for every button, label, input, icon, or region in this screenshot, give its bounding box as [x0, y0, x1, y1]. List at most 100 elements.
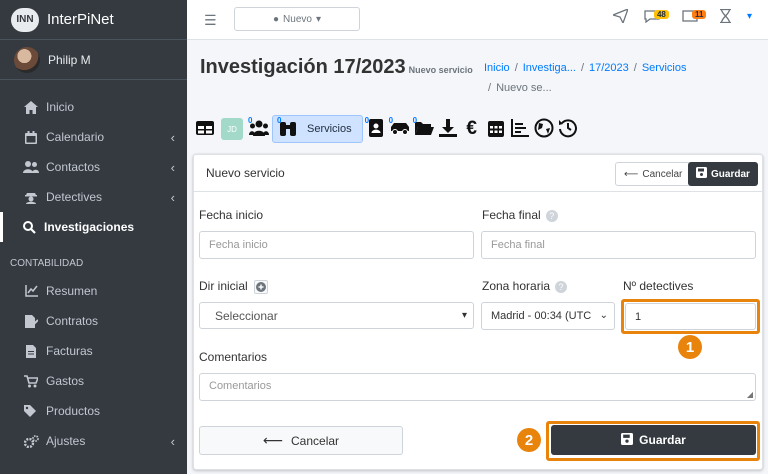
sidebar-item-gastos[interactable]: Gastos — [0, 366, 187, 396]
page-title-text: Investigación 17/2023 — [200, 56, 406, 78]
breadcrumb-investigaciones[interactable]: Investiga... — [523, 62, 576, 74]
chevron-left-icon: ‹ — [170, 189, 175, 205]
breadcrumb-sep: / — [580, 62, 585, 74]
history-tab[interactable] — [557, 118, 579, 140]
send-icon[interactable] — [612, 9, 628, 23]
save-button-top[interactable]: Guardar — [688, 162, 758, 186]
journal-tab[interactable]: 0 — [364, 116, 387, 140]
fecha-inicio-field[interactable]: Fecha inicio — [199, 231, 474, 259]
add-address-button[interactable] — [253, 279, 268, 294]
num-detectives-input[interactable]: 1 — [625, 303, 756, 330]
client-initials-avatar[interactable]: JD — [221, 118, 243, 140]
hourglass-icon[interactable] — [719, 9, 731, 23]
cogs-icon — [22, 434, 40, 448]
zona-horaria-select[interactable]: Madrid - 00:34 (UTC ⌄ — [481, 302, 615, 330]
brand-logo: INN — [11, 7, 39, 32]
messages-icon[interactable]: 48 — [644, 9, 669, 23]
sidebar-item-investigaciones[interactable]: Investigaciones — [0, 212, 187, 242]
home-icon — [22, 100, 40, 114]
card-title: Nuevo servicio — [206, 166, 285, 180]
grid-tab[interactable] — [194, 118, 216, 140]
arrow-left-icon: ⟵ — [624, 168, 639, 180]
folders-tab[interactable]: 0 — [413, 116, 435, 140]
step-marker-1: 1 — [678, 335, 702, 359]
sidebar-item-label: Detectives — [46, 190, 103, 204]
plus-circle-icon: ● — [273, 13, 280, 25]
user-panel[interactable]: Philip M — [0, 40, 187, 80]
users-icon — [22, 161, 40, 173]
cancel-button[interactable]: ⟵ Cancelar — [199, 426, 403, 455]
card-header: Nuevo servicio ⟵ Cancelar Guardar — [194, 155, 762, 192]
cancel-label: Cancelar — [642, 168, 683, 180]
nuevo-dropdown-button[interactable]: ● Nuevo ▾ — [234, 7, 360, 31]
fecha-final-field[interactable]: Fecha final — [481, 231, 756, 259]
page-title: Investigación 17/2023 Nuevo servicio — [200, 56, 473, 79]
sidebar-item-label: Gastos — [46, 374, 85, 388]
table-icon — [195, 118, 215, 141]
brand[interactable]: INN InterPiNet — [0, 0, 187, 40]
help-icon[interactable]: ? — [545, 209, 558, 222]
sidebar-item-calendario[interactable]: Calendario ‹ — [0, 122, 187, 152]
vehicles-tab[interactable]: 0 — [388, 116, 411, 140]
sidebar-item-productos[interactable]: Productos — [0, 396, 187, 426]
count-badge: 0 — [388, 116, 394, 125]
calendar-tab[interactable] — [485, 118, 507, 140]
sidebar-item-label: Investigaciones — [44, 220, 135, 234]
count-badge: 0 — [364, 116, 370, 125]
sidebar-item-inicio[interactable]: Inicio — [0, 92, 187, 122]
dir-inicial-label: Dir inicial — [199, 279, 268, 294]
breadcrumb-sep: / — [514, 62, 518, 74]
caret-down-icon: ▾ — [461, 310, 467, 321]
tab-servicios[interactable]: 0 Servicios — [272, 115, 363, 143]
sidebar-item-contratos[interactable]: Contratos — [0, 306, 187, 336]
cancel-button-top[interactable]: ⟵ Cancelar — [615, 162, 692, 186]
breadcrumb-investigacion[interactable]: 17/2023 — [589, 62, 629, 74]
nuevo-label: Nuevo — [283, 13, 312, 25]
topbar-icons: 48 11 ▾ — [612, 9, 752, 23]
downloads-tab[interactable] — [437, 118, 459, 140]
count-badge: 0 — [248, 116, 253, 125]
chevron-down-icon: ⌄ — [597, 310, 608, 321]
map-tab[interactable] — [533, 118, 555, 140]
caret-down-icon[interactable]: ▾ — [747, 11, 752, 22]
comentarios-textarea[interactable]: Comentarios ◢ — [199, 373, 756, 401]
sidebar-item-resumen[interactable]: Resumen — [0, 276, 187, 306]
calendar-icon — [22, 130, 40, 144]
save-icon — [621, 432, 634, 448]
sidebar-item-label: Contratos — [46, 314, 99, 328]
breadcrumb-inicio[interactable]: Inicio — [484, 62, 510, 74]
dir-inicial-value: Seleccionar — [215, 308, 278, 323]
menu-toggle-icon[interactable]: ☰ — [204, 12, 217, 29]
save-label: Guardar — [639, 433, 686, 447]
binoculars-tab-icon: 0 — [277, 116, 299, 140]
alerts-icon[interactable]: 11 — [682, 9, 707, 23]
fecha-inicio-label: Fecha inicio — [199, 208, 264, 222]
timeline-tab[interactable] — [509, 118, 531, 140]
page-subtitle: Nuevo servicio — [408, 65, 473, 75]
zona-horaria-label-text: Zona horaria — [482, 279, 551, 293]
sidebar-item-label: Facturas — [46, 344, 93, 358]
caret-down-icon: ▾ — [315, 13, 321, 25]
breadcrumb-current: Nuevo se... — [496, 82, 552, 94]
sidebar-item-detectives[interactable]: Detectives ‹ — [0, 182, 187, 212]
sidebar-item-facturas[interactable]: Facturas — [0, 336, 187, 366]
sidebar-item-label: Ajustes — [46, 434, 86, 448]
resize-handle-icon[interactable]: ◢ — [747, 390, 753, 399]
arrow-left-icon: ⟵ — [262, 432, 284, 448]
tags-icon — [22, 405, 40, 417]
dir-inicial-select[interactable]: Seleccionar ▾ — [199, 302, 474, 329]
calendar-icon — [486, 118, 506, 141]
chevron-left-icon: ‹ — [170, 129, 175, 145]
breadcrumb-servicios[interactable]: Servicios — [642, 62, 687, 74]
finance-tab[interactable]: € — [461, 118, 483, 140]
globe-icon — [534, 118, 554, 141]
save-button[interactable]: Guardar — [551, 425, 756, 455]
sidebar-item-label: Productos — [46, 404, 101, 418]
sidebar-item-contactos[interactable]: Contactos ‹ — [0, 152, 187, 182]
comentarios-placeholder: Comentarios — [209, 380, 272, 392]
sidebar-item-ajustes[interactable]: Ajustes ‹ — [0, 426, 187, 456]
contacts-tab[interactable]: 0 — [248, 116, 270, 140]
help-icon[interactable]: ? — [555, 280, 568, 293]
breadcrumb-sep: / — [488, 82, 492, 94]
detectives-label: Nº detectives — [623, 279, 694, 293]
